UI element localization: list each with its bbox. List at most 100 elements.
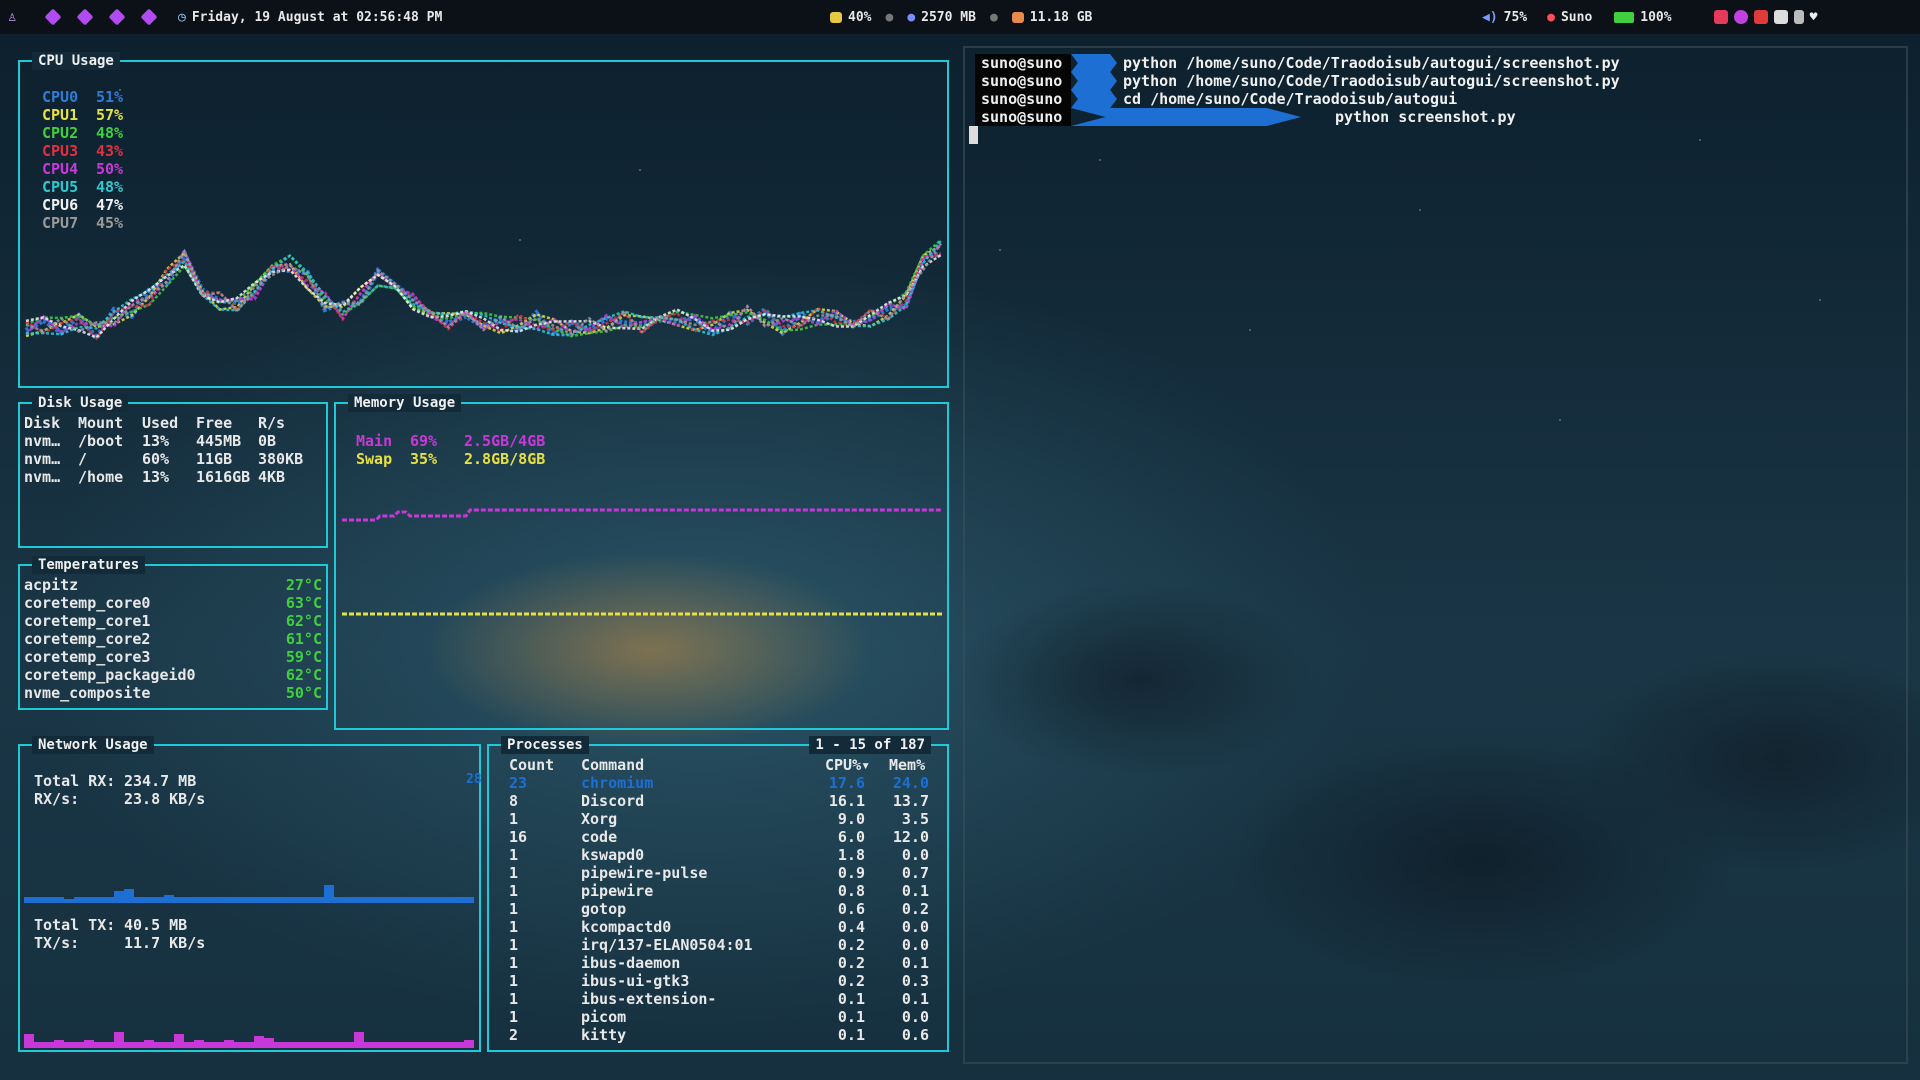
workspace-3-icon[interactable] — [108, 8, 126, 26]
terminal-window[interactable]: suno@suno python /home/suno/Code/Traodois… — [963, 46, 1908, 1064]
prompt-user: suno@suno — [975, 54, 1071, 72]
process-row[interactable]: 1 Xorg 9.0 3.5 — [509, 810, 933, 828]
workspace-switcher: ♙ — [8, 0, 162, 34]
user-icon: ● — [1547, 9, 1555, 25]
rx-bar — [324, 885, 334, 903]
disk-cell: 380KB — [258, 450, 304, 468]
process-row[interactable]: 8 Discord 16.1 13.7 — [509, 792, 933, 810]
rx-bar — [204, 897, 214, 903]
process-row[interactable]: 1 pipewire 0.8 0.1 — [509, 882, 933, 900]
process-cell: ibus-ui-gtk3 — [581, 972, 690, 990]
tx-bar — [134, 1042, 144, 1048]
process-cell: 17.6 — [828, 774, 865, 792]
rx-bar — [364, 897, 374, 903]
disk-col-rs: R/s — [258, 414, 286, 432]
rx-bar — [434, 897, 444, 903]
process-cell: gotop — [581, 900, 627, 918]
brightness-icon — [830, 11, 842, 23]
heart-icon[interactable]: ♥ — [1810, 10, 1818, 25]
tx-bar — [84, 1040, 94, 1048]
temperature-row: coretemp_core1 62°C — [24, 612, 322, 630]
terminal-command: python screenshot.py — [1335, 108, 1516, 126]
process-cell: 0.1 — [901, 954, 929, 972]
clock[interactable]: ◷ Friday, 19 August at 02:56:48 PM — [178, 0, 442, 34]
process-cell: 12.0 — [892, 828, 929, 846]
disk-cell: / — [78, 450, 88, 468]
temperature-sensor-name: coretemp_core2 — [24, 630, 151, 648]
process-row[interactable]: 1 kcompactd0 0.4 0.0 — [509, 918, 933, 936]
app-tray-icon-1[interactable] — [1713, 10, 1728, 24]
process-cell: kcompactd0 — [581, 918, 672, 936]
tx-bar — [114, 1032, 124, 1048]
process-row[interactable]: 1 ibus-daemon 0.2 0.1 — [509, 954, 933, 972]
process-row[interactable]: 16 code 6.0 12.0 — [509, 828, 933, 846]
process-cell: 2 — [509, 1026, 519, 1044]
disk-cell: nvm… — [24, 432, 61, 450]
app-tray-icon-2[interactable] — [1733, 10, 1748, 24]
rx-bar — [304, 897, 314, 903]
network-graph — [24, 885, 474, 1048]
rx-bar — [464, 897, 474, 903]
process-cell: 6.0 — [837, 828, 865, 846]
process-cell: 1 — [509, 882, 519, 900]
battery-icon — [1614, 11, 1635, 23]
process-cell: 0.3 — [901, 972, 929, 990]
process-row[interactable]: 1 kswapd0 1.8 0.0 — [509, 846, 933, 864]
process-cell: ibus-extension- — [581, 990, 717, 1008]
user-name[interactable]: Suno — [1561, 10, 1592, 25]
tx-bar — [324, 1042, 334, 1048]
processes-panel: Processes 1 - 15 of 187 Count Command CP… — [487, 736, 949, 1052]
process-cell: 0.2 — [837, 972, 865, 990]
process-row[interactable]: 1 irq/137-ELAN0504:01 0.2 0.0 — [509, 936, 933, 954]
tx-bar — [204, 1042, 214, 1048]
process-row[interactable]: 2 kitty 0.1 0.6 — [509, 1026, 933, 1044]
tx-bar — [194, 1040, 204, 1048]
process-cell: chromium — [581, 774, 654, 792]
volume-value[interactable]: 75% — [1504, 10, 1527, 25]
terminal-cursor — [969, 126, 978, 144]
temperature-row: coretemp_core3 59°C — [24, 648, 322, 666]
process-cell: 0.1 — [901, 882, 929, 900]
process-row[interactable]: 1 ibus-ui-gtk3 0.2 0.3 — [509, 972, 933, 990]
clipboard-icon[interactable] — [1793, 10, 1804, 24]
process-cell: 3.5 — [901, 810, 929, 828]
process-col-mem[interactable]: Mem% — [889, 756, 925, 774]
tx-bar — [214, 1042, 224, 1048]
tx-bar — [454, 1042, 464, 1048]
workspace-1-icon[interactable] — [44, 8, 62, 26]
process-cell: 1 — [509, 810, 519, 828]
tx-bar — [334, 1042, 344, 1048]
rx-bar — [234, 897, 244, 903]
volume-icon[interactable]: ◀) — [1482, 10, 1498, 25]
process-cell: 0.2 — [901, 900, 929, 918]
process-col-count[interactable]: Count — [509, 756, 554, 774]
workspace-4-icon[interactable] — [140, 8, 158, 26]
tx-bar — [224, 1040, 234, 1048]
process-cell: 13.7 — [892, 792, 929, 810]
disk-panel-title: Disk Usage — [32, 394, 129, 412]
rx-bar — [64, 899, 74, 903]
tx-bar — [164, 1042, 174, 1048]
workspace-2-icon[interactable] — [76, 8, 94, 26]
ram-value: 2570 MB — [921, 9, 976, 25]
clock-icon: ◷ — [178, 9, 186, 25]
process-row[interactable]: 1 ibus-extension- 0.1 0.1 — [509, 990, 933, 1008]
app-tray-icon-3[interactable] — [1753, 10, 1768, 24]
rx-bar — [174, 897, 184, 903]
process-row[interactable]: 23 chromium 17.6 24.0 — [509, 774, 933, 792]
tx-bar — [444, 1042, 454, 1048]
process-cell: 0.0 — [901, 846, 929, 864]
process-col-command[interactable]: Command — [581, 756, 644, 774]
memory-usage-panel: Memory Usage Main 69% 2.5GB/4GB Swap 35%… — [334, 394, 949, 730]
process-cell: picom — [581, 1008, 627, 1026]
tx-bar — [24, 1034, 34, 1048]
process-row[interactable]: 1 picom 0.1 0.0 — [509, 1008, 933, 1026]
launcher-icon[interactable]: ♙ — [8, 9, 16, 25]
tx-bar — [154, 1042, 164, 1048]
process-row[interactable]: 1 pipewire-pulse 0.9 0.7 — [509, 864, 933, 882]
process-cell: 0.6 — [901, 1026, 929, 1044]
disk-row: nvm… /home 13% 1616GB 4KB — [24, 468, 322, 486]
process-row[interactable]: 1 gotop 0.6 0.2 — [509, 900, 933, 918]
process-col-cpu[interactable]: CPU%▾ — [825, 756, 870, 774]
app-tray-icon-4[interactable] — [1773, 10, 1788, 24]
